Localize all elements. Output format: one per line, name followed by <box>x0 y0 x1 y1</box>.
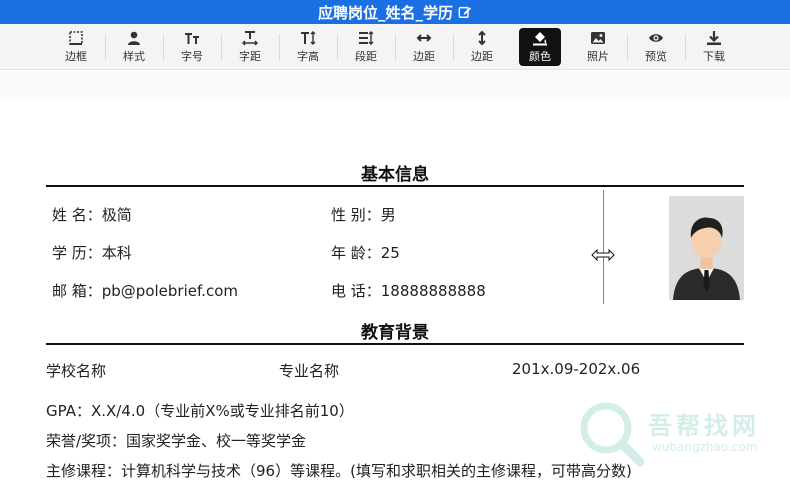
tool-paragraph-spacing[interactable]: 段距 <box>337 28 395 66</box>
column-resize-guide[interactable] <box>603 190 604 304</box>
school-name-field[interactable]: 学校名称 <box>46 360 106 381</box>
font-height-icon <box>301 30 316 45</box>
toolbar: 边框 样式 字号 字距 字高 段距 边距 边距 颜色 照片 预览 下载 <box>0 24 790 70</box>
tool-label: 字距 <box>239 49 261 63</box>
section-divider <box>46 185 744 187</box>
tool-label: 边框 <box>65 49 87 63</box>
magnifier-logo-icon <box>580 402 645 467</box>
horizontal-margin-icon <box>416 33 432 42</box>
edit-icon[interactable] <box>458 5 472 19</box>
tool-label: 下载 <box>703 49 725 63</box>
document-title-bar: 应聘岗位_姓名_学历 <box>0 0 790 24</box>
tool-download[interactable]: 下载 <box>685 28 743 66</box>
eye-icon <box>649 33 663 42</box>
watermark-url: wubangzhao.com <box>652 440 758 454</box>
tool-label: 照片 <box>587 49 609 63</box>
study-period-field[interactable]: 201x.09-202x.06 <box>512 360 640 378</box>
tool-preview[interactable]: 预览 <box>627 28 685 66</box>
tool-horizontal-margin[interactable]: 边距 <box>395 28 453 66</box>
gender-field[interactable]: 性 别：男 <box>331 204 396 225</box>
education-field[interactable]: 学 历：本科 <box>52 242 132 263</box>
download-icon <box>707 30 721 45</box>
watermark-text: 吾帮找网 <box>648 412 760 440</box>
email-field[interactable]: 邮 箱：pb@polebrief.com <box>52 280 238 301</box>
phone-field[interactable]: 电 话：18888888888 <box>331 280 486 301</box>
avatar-icon <box>669 196 744 300</box>
honors-line[interactable]: 荣誉/奖项：国家奖学金、校一等奖学金 <box>46 430 306 451</box>
paint-bucket-icon <box>533 31 547 45</box>
tool-label: 预览 <box>645 49 667 63</box>
border-icon <box>69 30 83 45</box>
tool-font-size[interactable]: 字号 <box>163 28 221 66</box>
tool-label: 样式 <box>123 49 145 63</box>
basic-info-heading[interactable]: 基本信息 <box>46 160 744 185</box>
tool-label: 段距 <box>355 49 377 63</box>
tool-label: 边距 <box>471 49 493 63</box>
tool-font-height[interactable]: 字高 <box>279 28 337 66</box>
tool-label: 字号 <box>181 49 203 63</box>
gpa-line[interactable]: GPA：X.X/4.0（专业前X%或专业排名前10） <box>46 400 354 421</box>
tool-style[interactable]: 样式 <box>105 28 163 66</box>
resize-cursor-icon <box>591 248 615 262</box>
age-field[interactable]: 年 龄：25 <box>331 242 400 263</box>
ruler-strip <box>0 71 790 97</box>
tool-border[interactable]: 边框 <box>47 28 105 66</box>
letter-spacing-icon <box>242 30 258 45</box>
tool-label: 颜色 <box>529 49 551 63</box>
courses-line[interactable]: 主修课程：计算机科学与技术（96）等课程。(填写和求职相关的主修课程，可带高分数… <box>46 460 632 481</box>
site-watermark: 吾帮找网 wubangzhao.com <box>576 398 786 468</box>
tool-color[interactable]: 颜色 <box>519 27 561 66</box>
tool-vertical-margin[interactable]: 边距 <box>453 28 511 66</box>
tool-photo[interactable]: 照片 <box>569 28 627 66</box>
vertical-margin-icon <box>478 30 486 45</box>
tool-label: 边距 <box>413 49 435 63</box>
tool-label: 字高 <box>297 49 319 63</box>
profile-photo[interactable] <box>669 196 744 300</box>
major-name-field[interactable]: 专业名称 <box>279 360 339 381</box>
paragraph-spacing-icon <box>359 30 374 45</box>
education-heading[interactable]: 教育背景 <box>46 318 744 343</box>
tool-letter-spacing[interactable]: 字距 <box>221 28 279 66</box>
document-title[interactable]: 应聘岗位_姓名_学历 <box>318 2 453 23</box>
image-icon <box>591 31 605 44</box>
person-icon <box>128 31 140 45</box>
name-field[interactable]: 姓 名：极简 <box>52 204 132 225</box>
section-divider <box>46 343 744 345</box>
font-size-icon <box>185 32 199 44</box>
